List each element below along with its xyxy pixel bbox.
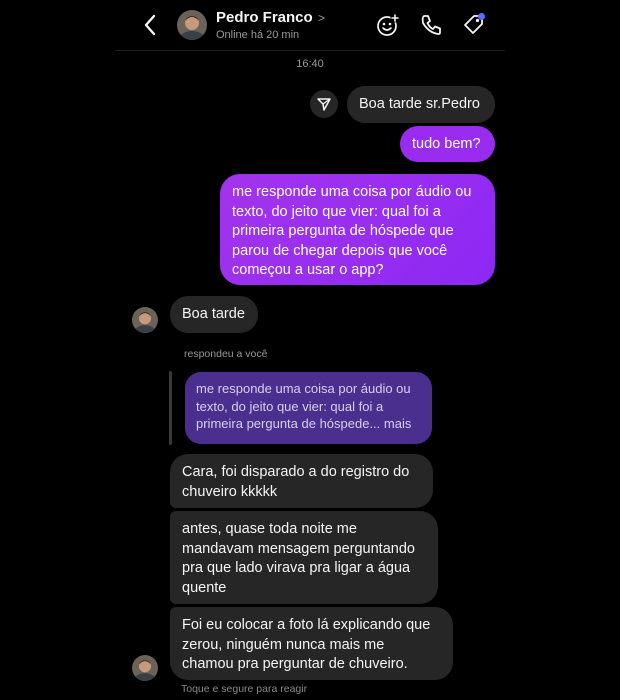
reply-quote-bar: [169, 371, 172, 445]
chat-header: Pedro Franco > Online há 20 min: [115, 0, 505, 51]
incoming-message[interactable]: Cara, foi disparado a do registro do chu…: [170, 454, 433, 508]
incoming-message[interactable]: Foi eu colocar a foto lá explicando que …: [170, 607, 453, 680]
outgoing-message[interactable]: me responde uma coisa por áudio ou texto…: [220, 174, 495, 285]
quoted-message[interactable]: me responde uma coisa por áudio ou texto…: [185, 372, 432, 444]
incoming-message[interactable]: antes, quase toda noite me mandavam mens…: [170, 511, 438, 604]
outgoing-message[interactable]: tudo bem?: [400, 126, 495, 162]
add-reaction-icon[interactable]: [375, 12, 401, 38]
phone-icon[interactable]: [418, 12, 444, 38]
contact-avatar-small[interactable]: [132, 307, 158, 333]
reply-label: respondeu a você: [184, 348, 268, 360]
react-hint: Toque e segure para reagir: [181, 683, 308, 695]
notification-dot: [478, 13, 485, 20]
chevron-right-icon[interactable]: >: [318, 11, 325, 25]
outgoing-message[interactable]: Boa tarde sr.Pedro: [347, 86, 495, 123]
online-status: Online há 20 min: [216, 29, 300, 41]
send-icon[interactable]: [310, 90, 338, 118]
back-icon[interactable]: [139, 12, 163, 38]
message-timestamp: 16:40: [296, 58, 324, 70]
incoming-message[interactable]: Boa tarde: [170, 296, 258, 333]
tag-icon[interactable]: [461, 12, 487, 38]
contact-avatar[interactable]: [177, 10, 207, 40]
contact-avatar-small[interactable]: [132, 655, 158, 681]
contact-name[interactable]: Pedro Franco: [216, 9, 313, 26]
chat-screen: Pedro Franco > Online há 20 min 16:40 Bo…: [115, 0, 505, 700]
